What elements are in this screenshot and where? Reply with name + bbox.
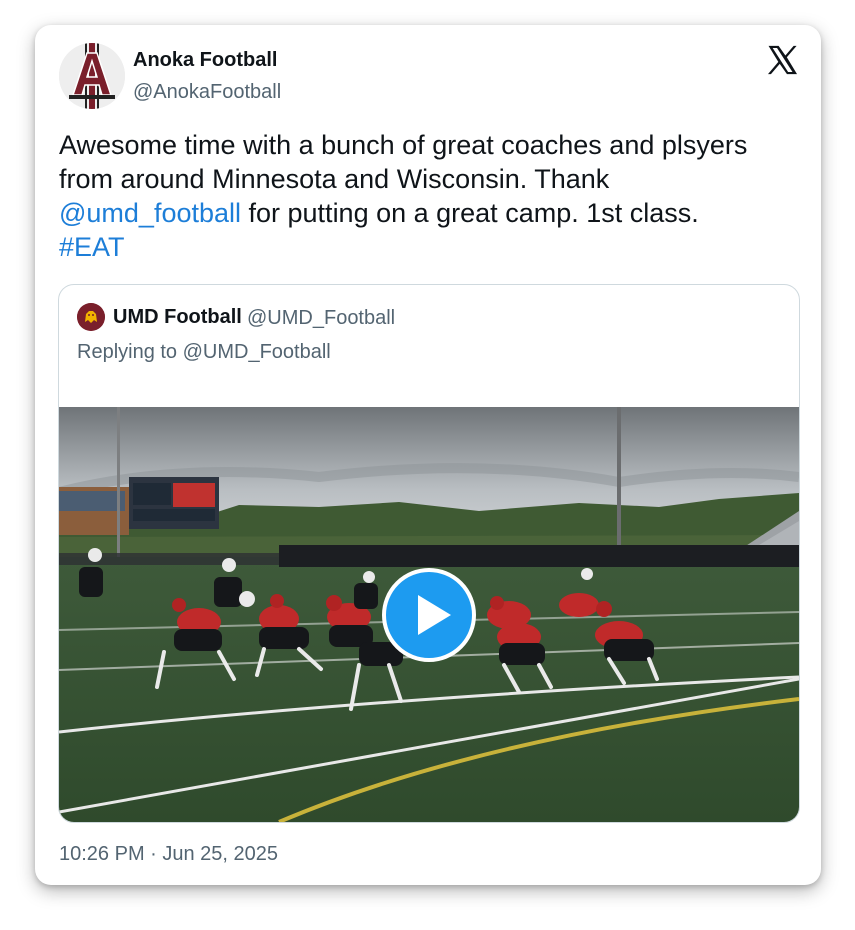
hashtag-link[interactable]: #EAT <box>59 232 125 262</box>
replying-to-text: Replying to @UMD_Football <box>77 341 331 363</box>
tweet-card[interactable]: Anoka Football @AnokaFootball Awesome ti… <box>35 25 821 885</box>
x-logo-icon[interactable] <box>765 43 799 77</box>
author-avatar[interactable] <box>59 43 125 109</box>
tweet-line-1: Awesome time with a bunch of great coach… <box>59 130 748 160</box>
quoted-tweet[interactable]: UMD Football @UMD_Football Replying to @… <box>58 284 800 823</box>
author-handle[interactable]: @AnokaFootball <box>133 81 281 104</box>
mention-link[interactable]: @umd_football <box>59 198 241 228</box>
video-player[interactable] <box>59 407 799 822</box>
author-name[interactable]: Anoka Football <box>133 49 277 72</box>
tweet-line-2: from around Minnesota and Wisconsin. Tha… <box>59 164 610 194</box>
tweet-line-3: @umd_football for putting on a great cam… <box>59 196 799 230</box>
anoka-a-logo-icon <box>59 43 125 109</box>
quoted-author-handle[interactable]: @UMD_Football <box>247 307 395 330</box>
quoted-author-avatar[interactable] <box>77 303 105 331</box>
umd-bulldog-logo-icon <box>77 303 105 331</box>
tweet-text: Awesome time with a bunch of great coach… <box>59 128 799 264</box>
play-icon[interactable] <box>381 567 477 663</box>
quoted-author-name[interactable]: UMD Football <box>113 306 242 329</box>
tweet-line-3-text: for putting on a great camp. 1st class. <box>241 198 699 228</box>
tweet-timestamp[interactable]: 10:26 PM · Jun 25, 2025 <box>59 843 278 866</box>
